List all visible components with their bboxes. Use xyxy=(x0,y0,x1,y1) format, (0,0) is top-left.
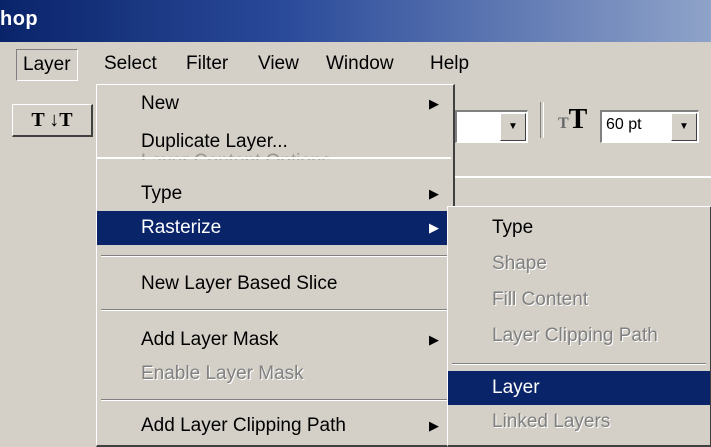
menu-item-label: Fill Content xyxy=(492,289,589,310)
menu-item-layer-content-options-partial: Layer Content Options... xyxy=(141,151,347,172)
menu-item-label: Shape xyxy=(492,253,547,274)
menu-item-add-layer-clipping-path[interactable]: Add Layer Clipping Path ▶ xyxy=(97,409,453,443)
menu-item-label: Add Layer Clipping Path xyxy=(141,415,346,436)
menu-bar: Layer Select Filter View Window Help xyxy=(0,42,711,84)
menu-view[interactable]: View xyxy=(252,49,305,79)
menu-layer[interactable]: Layer xyxy=(16,49,78,81)
submenu-arrow-icon: ▶ xyxy=(429,220,439,235)
chevron-down-icon[interactable]: ▼ xyxy=(671,113,697,141)
menu-select[interactable]: Select xyxy=(98,49,163,79)
menu-item-rasterize[interactable]: Rasterize ▶ xyxy=(97,211,453,245)
text-orientation-button[interactable]: T ↓T xyxy=(12,104,93,137)
submenu-arrow-icon: ▶ xyxy=(429,418,439,433)
font-size-value: 60 pt xyxy=(606,116,642,133)
menu-item-label: Type xyxy=(141,183,183,204)
submenu-arrow-icon: ▶ xyxy=(429,186,439,201)
overlay-border xyxy=(97,157,451,159)
menu-separator xyxy=(101,309,449,311)
rasterize-submenu: Type Shape Fill Content Layer Clipping P… xyxy=(447,206,711,447)
menu-filter[interactable]: Filter xyxy=(180,49,234,79)
font-size-combo[interactable]: 60 pt ▼ xyxy=(600,110,699,143)
menu-item-label: New Layer Based Slice xyxy=(141,273,338,294)
menu-item-type[interactable]: Type ▶ xyxy=(97,177,453,211)
menu-item-label: Layer xyxy=(492,377,540,398)
menu-separator xyxy=(101,399,449,401)
submenu-item-type[interactable]: Type xyxy=(448,211,710,245)
menu-help[interactable]: Help xyxy=(424,49,475,79)
menu-item-label: Layer Clipping Path xyxy=(492,325,658,346)
menu-item-label: Add Layer Mask xyxy=(141,329,279,350)
menu-separator xyxy=(101,255,449,257)
menu-separator xyxy=(452,363,706,365)
menu-item-label: Duplicate Layer... xyxy=(141,131,288,152)
panel-border xyxy=(455,176,711,178)
menu-item-label: Enable Layer Mask xyxy=(141,363,304,384)
submenu-item-layer-clipping-path: Layer Clipping Path xyxy=(448,319,710,353)
menu-item-label: Type xyxy=(492,217,534,238)
menu-item-add-layer-mask[interactable]: Add Layer Mask ▶ xyxy=(97,323,453,357)
menu-window[interactable]: Window xyxy=(320,49,400,79)
font-style-combo[interactable]: ▼ xyxy=(455,110,528,143)
submenu-item-fill-content: Fill Content xyxy=(448,283,710,317)
menu-item-label: Rasterize xyxy=(141,217,222,238)
app-title: hop xyxy=(0,8,39,30)
submenu-item-shape: Shape xyxy=(448,247,710,281)
font-size-icon: TT xyxy=(558,104,588,135)
submenu-item-layer[interactable]: Layer xyxy=(448,371,710,405)
menu-item-label: Linked Layers xyxy=(492,411,611,432)
toolbar-separator xyxy=(540,102,544,138)
title-bar: hop xyxy=(0,0,711,42)
submenu-item-linked-layers: Linked Layers xyxy=(448,405,710,439)
menu-item-new-layer-based-slice[interactable]: New Layer Based Slice xyxy=(97,267,453,301)
submenu-arrow-icon: ▶ xyxy=(429,96,439,111)
chevron-down-icon[interactable]: ▼ xyxy=(500,113,526,141)
layer-menu: New ▶ Duplicate Layer... Layer Content O… xyxy=(96,84,455,447)
submenu-arrow-icon: ▶ xyxy=(429,332,439,347)
menu-item-enable-layer-mask: Enable Layer Mask xyxy=(97,357,453,391)
menu-item-label: New xyxy=(141,93,180,114)
menu-item-new[interactable]: New ▶ xyxy=(97,87,453,121)
